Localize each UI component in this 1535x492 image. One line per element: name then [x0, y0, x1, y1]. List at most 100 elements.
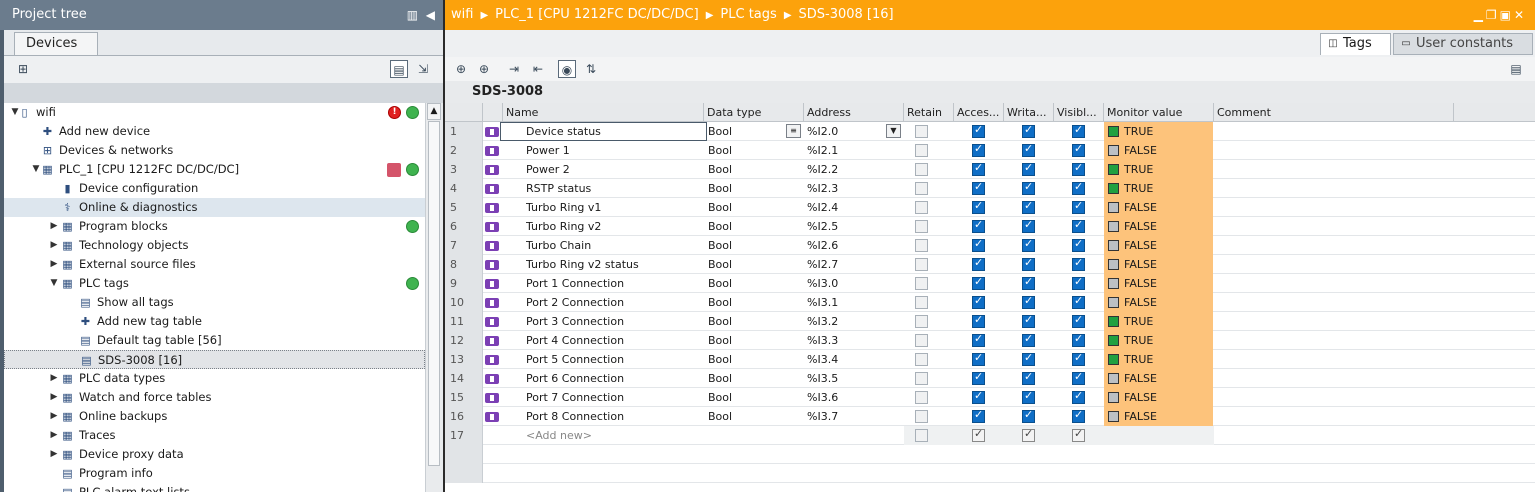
tag-data-type[interactable]: Bool: [707, 274, 805, 293]
collapsed-arrow-icon[interactable]: ▶: [49, 255, 59, 274]
accessible-checkbox[interactable]: [972, 237, 985, 252]
accessible-checkbox[interactable]: [972, 389, 985, 404]
table-row[interactable]: 9 Port 1 ConnectionBool%I3.0 FALSE: [445, 274, 1535, 293]
options-icon[interactable]: ▤: [1507, 60, 1525, 78]
tag-data-type[interactable]: Bool: [707, 198, 805, 217]
tag-name[interactable]: Port 3 Connection: [526, 312, 706, 331]
breadcrumb-wifi[interactable]: wifi: [451, 7, 473, 22]
accessible-checkbox[interactable]: [972, 142, 985, 157]
tag-name[interactable]: Turbo Chain: [526, 236, 706, 255]
retain-checkbox[interactable]: [915, 182, 928, 195]
restore-icon[interactable]: ❐: [1486, 8, 1500, 22]
tree-item[interactable]: ▼ ▦ PLC_1 [CPU 1212FC DC/DC/DC]: [4, 160, 425, 179]
writable-checkbox[interactable]: [1022, 370, 1035, 385]
visible-checkbox[interactable]: [1072, 389, 1085, 404]
add-new-tag[interactable]: <Add new>: [526, 426, 706, 445]
tab-user-constants[interactable]: ▭ User constants: [1393, 33, 1533, 55]
writable-checkbox[interactable]: [1022, 389, 1035, 404]
table-row[interactable]: 12 Port 4 ConnectionBool%I3.3 TRUE: [445, 331, 1535, 350]
tag-data-type[interactable]: Bool: [707, 369, 805, 388]
visible-checkbox[interactable]: [1072, 161, 1085, 176]
close-icon[interactable]: ✕: [1514, 8, 1527, 22]
header-retain[interactable]: Retain: [904, 103, 954, 122]
retain-checkbox[interactable]: [915, 410, 928, 423]
expanded-arrow-icon[interactable]: ▼: [49, 274, 59, 293]
row-number[interactable]: 15: [445, 388, 483, 407]
show-columns-icon[interactable]: ⇅: [582, 60, 600, 78]
insert-row-icon[interactable]: ⊕: [452, 60, 470, 78]
header-data-type[interactable]: Data type: [704, 103, 804, 122]
tag-name[interactable]: RSTP status: [526, 179, 706, 198]
tag-address[interactable]: %I3.5: [806, 369, 904, 388]
add-row-icon[interactable]: ⊕: [475, 60, 493, 78]
row-number[interactable]: 13: [445, 350, 483, 369]
visible-checkbox[interactable]: [1072, 142, 1085, 157]
tab-tags[interactable]: ◫ Tags: [1320, 33, 1391, 55]
accessible-checkbox[interactable]: [972, 161, 985, 176]
visible-checkbox[interactable]: [1072, 427, 1085, 442]
writable-checkbox[interactable]: [1022, 123, 1035, 138]
tree-item[interactable]: ▶ ▦ Device proxy data: [4, 445, 425, 464]
tag-data-type[interactable]: Bool: [707, 312, 805, 331]
tree-item[interactable]: ▤ PLC alarm text lists: [4, 483, 425, 492]
writable-checkbox[interactable]: [1022, 180, 1035, 195]
tag-address[interactable]: %I3.4: [806, 350, 904, 369]
retain-checkbox[interactable]: [915, 125, 928, 138]
visible-checkbox[interactable]: [1072, 313, 1085, 328]
scroll-up-button[interactable]: ▲: [427, 103, 441, 120]
collapsed-arrow-icon[interactable]: ▶: [49, 217, 59, 236]
writable-checkbox[interactable]: [1022, 408, 1035, 423]
tab-devices[interactable]: Devices: [14, 32, 98, 56]
row-number[interactable]: 6: [445, 217, 483, 236]
row-number[interactable]: 2: [445, 141, 483, 160]
tag-name[interactable]: Turbo Ring v1: [526, 198, 706, 217]
tag-data-type[interactable]: Bool: [707, 217, 805, 236]
row-number[interactable]: 17: [445, 426, 483, 445]
tag-name[interactable]: Port 6 Connection: [526, 369, 706, 388]
retain-checkbox[interactable]: [915, 239, 928, 252]
writable-checkbox[interactable]: [1022, 275, 1035, 290]
row-number[interactable]: 9: [445, 274, 483, 293]
retain-checkbox[interactable]: [915, 296, 928, 309]
tree-item[interactable]: ▤ SDS-3008 [16]: [4, 350, 425, 369]
retain-checkbox[interactable]: [915, 391, 928, 404]
writable-checkbox[interactable]: [1022, 161, 1035, 176]
retain-checkbox[interactable]: [915, 277, 928, 290]
table-row[interactable]: 6 Turbo Ring v2Bool%I2.5 FALSE: [445, 217, 1535, 236]
retain-checkbox[interactable]: [915, 201, 928, 214]
row-number[interactable]: 14: [445, 369, 483, 388]
retain-checkbox[interactable]: [915, 334, 928, 347]
header-name[interactable]: Name: [503, 103, 704, 122]
row-number[interactable]: 12: [445, 331, 483, 350]
retain-checkbox[interactable]: [915, 429, 928, 442]
tree-item[interactable]: ▶ ▦ External source files: [4, 255, 425, 274]
table-row[interactable]: 17 <Add new>: [445, 426, 1535, 445]
writable-checkbox[interactable]: [1022, 332, 1035, 347]
tree-item[interactable]: ▶ ▦ Program blocks: [4, 217, 425, 236]
accessible-checkbox[interactable]: [972, 180, 985, 195]
tree-item[interactable]: ▮ Device configuration: [4, 179, 425, 198]
visible-checkbox[interactable]: [1072, 199, 1085, 214]
data-type-picker-button[interactable]: ≡: [786, 124, 801, 138]
visible-checkbox[interactable]: [1072, 294, 1085, 309]
tag-address[interactable]: %I2.1: [806, 141, 904, 160]
writable-checkbox[interactable]: [1022, 313, 1035, 328]
tree-item[interactable]: ▤ Show all tags: [4, 293, 425, 312]
collapsed-arrow-icon[interactable]: ▶: [49, 369, 59, 388]
tree-item[interactable]: ▤ Program info: [4, 464, 425, 483]
retain-checkbox[interactable]: [915, 163, 928, 176]
tag-address[interactable]: %I3.0: [806, 274, 904, 293]
visible-checkbox[interactable]: [1072, 332, 1085, 347]
header-writable[interactable]: Writa...: [1004, 103, 1054, 122]
retain-checkbox[interactable]: [915, 220, 928, 233]
writable-checkbox[interactable]: [1022, 256, 1035, 271]
row-number[interactable]: 1: [445, 122, 483, 141]
tree-item[interactable]: ▶ ▦ Technology objects: [4, 236, 425, 255]
header-accessible[interactable]: Acces...: [954, 103, 1004, 122]
tag-data-type[interactable]: Bool: [707, 141, 805, 160]
writable-checkbox[interactable]: [1022, 294, 1035, 309]
table-row[interactable]: 5 Turbo Ring v1Bool%I2.4 FALSE: [445, 198, 1535, 217]
maximize-icon[interactable]: ▣: [1500, 8, 1514, 22]
accessible-checkbox[interactable]: [972, 294, 985, 309]
tree-item[interactable]: ▶ ▦ Traces: [4, 426, 425, 445]
